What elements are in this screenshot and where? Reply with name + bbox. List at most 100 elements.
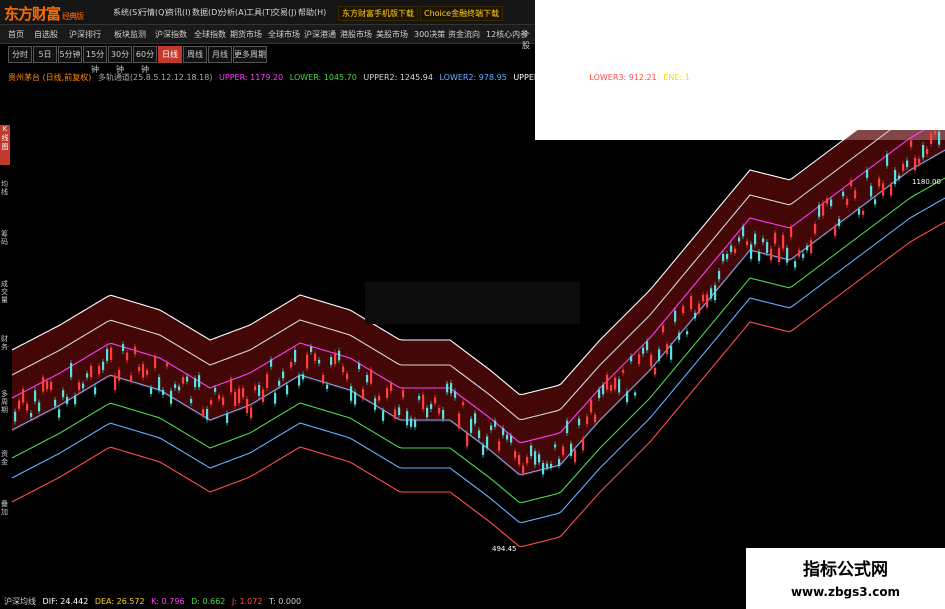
candle-body [426, 407, 429, 418]
indicator-value: LOWER3: 912.21 [589, 73, 657, 82]
candle-body [494, 420, 497, 427]
tab-5min[interactable]: 5分钟 [58, 46, 82, 63]
nav-fund-flow[interactable]: 资金流向 [448, 29, 480, 40]
candle-body [566, 420, 569, 434]
candle-body [274, 392, 277, 404]
candle-body [170, 390, 173, 404]
candle-body [922, 145, 925, 158]
tab-15min[interactable]: 15分钟 [83, 46, 107, 74]
side-tab-finance[interactable]: 财务 [1, 335, 10, 351]
candle-body [670, 345, 673, 360]
candle-body [710, 288, 713, 299]
candle-body [438, 407, 441, 414]
nav-decision[interactable]: 300决策 [414, 29, 445, 40]
price-chart[interactable]: 1180.00 494.45 [0, 130, 945, 590]
menu-help[interactable]: 帮助(H) [298, 7, 326, 18]
nav-watchlist[interactable]: 自选股 [34, 29, 58, 40]
nav-sector[interactable]: 板块监测 [114, 29, 146, 40]
candle-body [282, 371, 285, 379]
candle-body [338, 350, 341, 361]
menu-quote[interactable]: 行情(Q) [139, 7, 168, 18]
candle-body [190, 398, 193, 403]
nav-us[interactable]: 美股市场 [376, 29, 408, 40]
nav-index[interactable]: 沪深指数 [155, 29, 187, 40]
candle-body [650, 354, 653, 367]
candle-body [638, 354, 641, 364]
candle-body [902, 163, 905, 171]
candle-body [110, 347, 113, 360]
tab-monthly[interactable]: 月线 [208, 46, 232, 63]
candle-body [474, 413, 477, 424]
chart-mode: (日线,前复权) [42, 73, 92, 82]
nav-global-market[interactable]: 全球市场 [268, 29, 300, 40]
menu-trade[interactable]: 交易(J) [272, 7, 297, 18]
nav-connect[interactable]: 沪深港通 [304, 29, 336, 40]
side-tab-volume[interactable]: 成交量 [1, 280, 10, 304]
candle-body [530, 445, 533, 456]
candle-body [842, 191, 845, 197]
candle-body [186, 376, 189, 382]
candle-body [594, 414, 597, 422]
side-tab-multi-period[interactable]: 多周期 [1, 390, 10, 414]
candle-body [450, 382, 453, 394]
candle-body [538, 454, 541, 463]
candle-body [422, 394, 425, 410]
candle-body [466, 433, 469, 447]
macd-value: D: 0.662 [191, 597, 226, 606]
candle-body [630, 356, 633, 362]
nav-hk[interactable]: 港股市场 [340, 29, 372, 40]
candle-body [198, 375, 201, 388]
side-tab-ma[interactable]: 均线 [1, 180, 10, 196]
tab-30min[interactable]: 30分钟 [108, 46, 132, 74]
candle-body [334, 352, 337, 365]
app-logo: 东方财富 经典版 [4, 5, 84, 23]
candle-body [270, 359, 273, 367]
candle-body [794, 261, 797, 268]
nav-stock[interactable]: 个股 [522, 29, 535, 51]
indicator-value: UPPER: 1179.20 [219, 73, 284, 82]
side-tab-capital[interactable]: 资金 [1, 450, 10, 466]
candle-body [154, 356, 157, 369]
choice-download-link[interactable]: Choice金融终端下载 [420, 6, 504, 21]
nav-futures[interactable]: 期货市场 [230, 29, 262, 40]
nav-global-index[interactable]: 全球指数 [194, 29, 226, 40]
candle-body [886, 154, 889, 166]
candle-body [938, 131, 941, 145]
candle-body [102, 361, 105, 370]
candle-body [610, 384, 613, 391]
candle-body [262, 389, 265, 403]
menu-data[interactable]: 数据(D) [192, 7, 220, 18]
mobile-download-link[interactable]: 东方财富手机版下载 [338, 6, 418, 21]
candle-body [366, 375, 369, 383]
candle-body [218, 395, 221, 399]
candle-body [526, 457, 529, 464]
tab-5day[interactable]: 5日 [33, 46, 57, 63]
tab-intraday[interactable]: 分时 [8, 46, 32, 63]
candle-body [802, 253, 805, 258]
tab-60min[interactable]: 60分钟 [133, 46, 157, 74]
candle-body [634, 392, 637, 396]
side-tab-kline[interactable]: K线图 [0, 125, 10, 165]
candle-body [174, 384, 177, 388]
menu-news[interactable]: 资讯(I) [166, 7, 191, 18]
candle-body [446, 383, 449, 393]
candle-body [362, 389, 365, 400]
candle-body [894, 169, 897, 185]
side-tab-chips[interactable]: 筹码 [1, 230, 10, 246]
candle-body [618, 379, 621, 393]
tab-more-periods[interactable]: 更多周期 [233, 46, 267, 63]
candle-body [890, 184, 893, 196]
menu-analysis[interactable]: 分析(A) [219, 7, 247, 18]
tab-weekly[interactable]: 周线 [183, 46, 207, 63]
candle-body [882, 183, 885, 196]
candle-body [602, 385, 605, 395]
side-tab-overlay[interactable]: 叠加 [1, 500, 10, 516]
tab-daily[interactable]: 日线 [158, 46, 182, 63]
candle-body [790, 226, 793, 238]
candle-body [42, 377, 45, 392]
menu-system[interactable]: 系统(S) [113, 7, 140, 18]
menu-tools[interactable]: 工具(T) [246, 7, 273, 18]
nav-home[interactable]: 首页 [8, 29, 24, 40]
nav-ranking[interactable]: 沪深排行 [69, 29, 101, 40]
candle-body [430, 404, 433, 409]
